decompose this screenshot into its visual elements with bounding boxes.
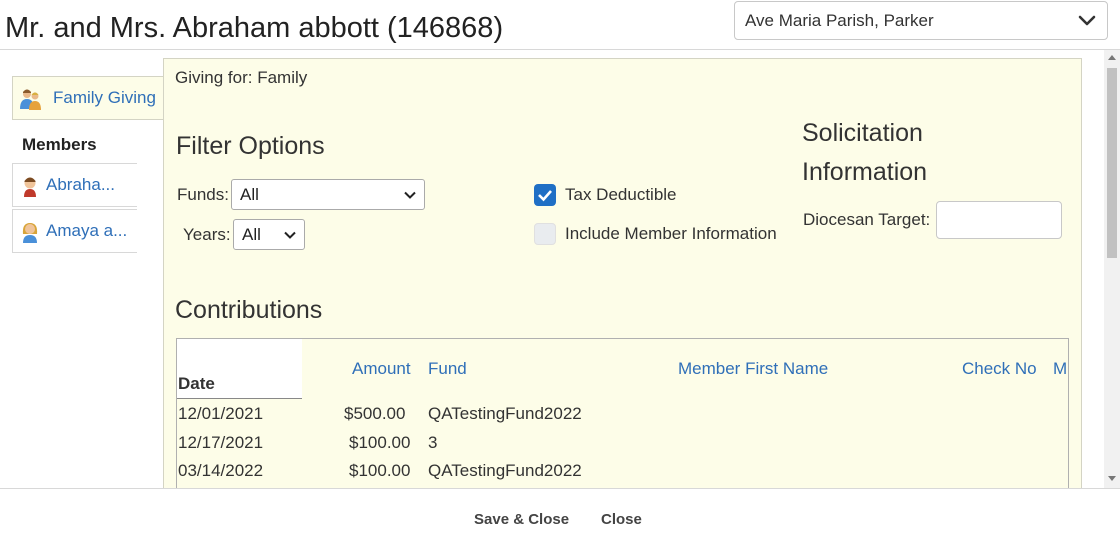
column-header-m[interactable]: M bbox=[1053, 359, 1067, 379]
column-header-amount[interactable]: Amount bbox=[352, 359, 411, 379]
chevron-down-icon bbox=[1078, 15, 1096, 26]
years-select[interactable]: All bbox=[233, 219, 305, 250]
filter-options-heading: Filter Options bbox=[176, 132, 325, 160]
page-header: Mr. and Mrs. Abraham abbott (146868) Ave… bbox=[0, 0, 1120, 50]
chevron-down-icon bbox=[404, 191, 416, 199]
years-select-value: All bbox=[242, 225, 261, 244]
close-button[interactable]: Close bbox=[601, 511, 642, 528]
sidebar-item-label: Family Giving bbox=[53, 88, 156, 107]
column-header-fund[interactable]: Fund bbox=[428, 359, 467, 379]
chevron-down-icon bbox=[284, 231, 296, 239]
page-title: Mr. and Mrs. Abraham abbott (146868) bbox=[5, 12, 504, 44]
save-close-button[interactable]: Save & Close bbox=[474, 511, 569, 528]
include-member-info-label: Include Member Information bbox=[565, 224, 777, 243]
tax-deductible-checkbox[interactable] bbox=[534, 184, 556, 206]
sidebar-item-label: Abraha... bbox=[46, 175, 115, 194]
checkmark-icon bbox=[538, 190, 552, 202]
cell-fund: QATestingFund2022 bbox=[428, 461, 582, 480]
contributions-heading: Contributions bbox=[175, 296, 323, 324]
female-person-icon bbox=[22, 223, 38, 243]
cell-date: 03/14/2022 bbox=[178, 461, 264, 480]
column-header-date[interactable]: Date bbox=[177, 339, 302, 399]
column-header-check-no[interactable]: Check No bbox=[962, 359, 1037, 379]
funds-select-value: All bbox=[240, 185, 259, 204]
sidebar-item-member[interactable]: Amaya a... bbox=[12, 209, 137, 253]
solicitation-heading: Solicitation Information bbox=[802, 119, 928, 186]
funds-label: Funds: bbox=[177, 185, 229, 204]
tax-deductible-label: Tax Deductible bbox=[565, 185, 677, 204]
cell-fund: 3 bbox=[428, 433, 438, 452]
cell-date: 12/01/2021 bbox=[178, 404, 264, 423]
family-icon bbox=[20, 89, 41, 110]
giving-for-text: Giving for: Family bbox=[175, 68, 308, 87]
cell-amount: $500.00 bbox=[344, 404, 406, 423]
members-heading: Members bbox=[22, 135, 97, 154]
parish-select[interactable]: Ave Maria Parish, Parker bbox=[734, 1, 1108, 40]
funds-select[interactable]: All bbox=[231, 179, 425, 210]
include-member-info-checkbox[interactable] bbox=[534, 223, 556, 245]
cell-date: 12/17/2021 bbox=[178, 433, 264, 452]
scroll-up-arrow-icon[interactable] bbox=[1108, 55, 1116, 60]
cell-fund: QATestingFund2022 bbox=[428, 404, 582, 423]
diocesan-target-input[interactable] bbox=[936, 201, 1062, 239]
sidebar-item-family-giving[interactable]: Family Giving bbox=[12, 76, 164, 120]
scroll-down-arrow-icon[interactable] bbox=[1108, 476, 1116, 481]
sidebar-item-label: Amaya a... bbox=[46, 221, 128, 240]
cell-amount: $100.00 bbox=[349, 461, 411, 480]
diocesan-target-label: Diocesan Target: bbox=[803, 210, 931, 229]
column-header-label: Date bbox=[178, 374, 215, 393]
column-header-member-first-name[interactable]: Member First Name bbox=[678, 359, 828, 379]
sidebar-item-member[interactable]: Abraha... bbox=[12, 163, 137, 207]
giving-panel: Giving for: Family Filter Options Funds:… bbox=[163, 58, 1082, 488]
years-label: Years: bbox=[183, 225, 231, 244]
contributions-table: Date Amount Fund Member First Name Check… bbox=[176, 338, 1069, 488]
cell-amount: $100.00 bbox=[349, 433, 411, 452]
scrollbar-thumb[interactable] bbox=[1107, 68, 1117, 258]
dialog-footer: Save & Close Close bbox=[0, 488, 1120, 545]
male-person-icon bbox=[24, 177, 36, 197]
parish-select-value: Ave Maria Parish, Parker bbox=[745, 11, 934, 30]
